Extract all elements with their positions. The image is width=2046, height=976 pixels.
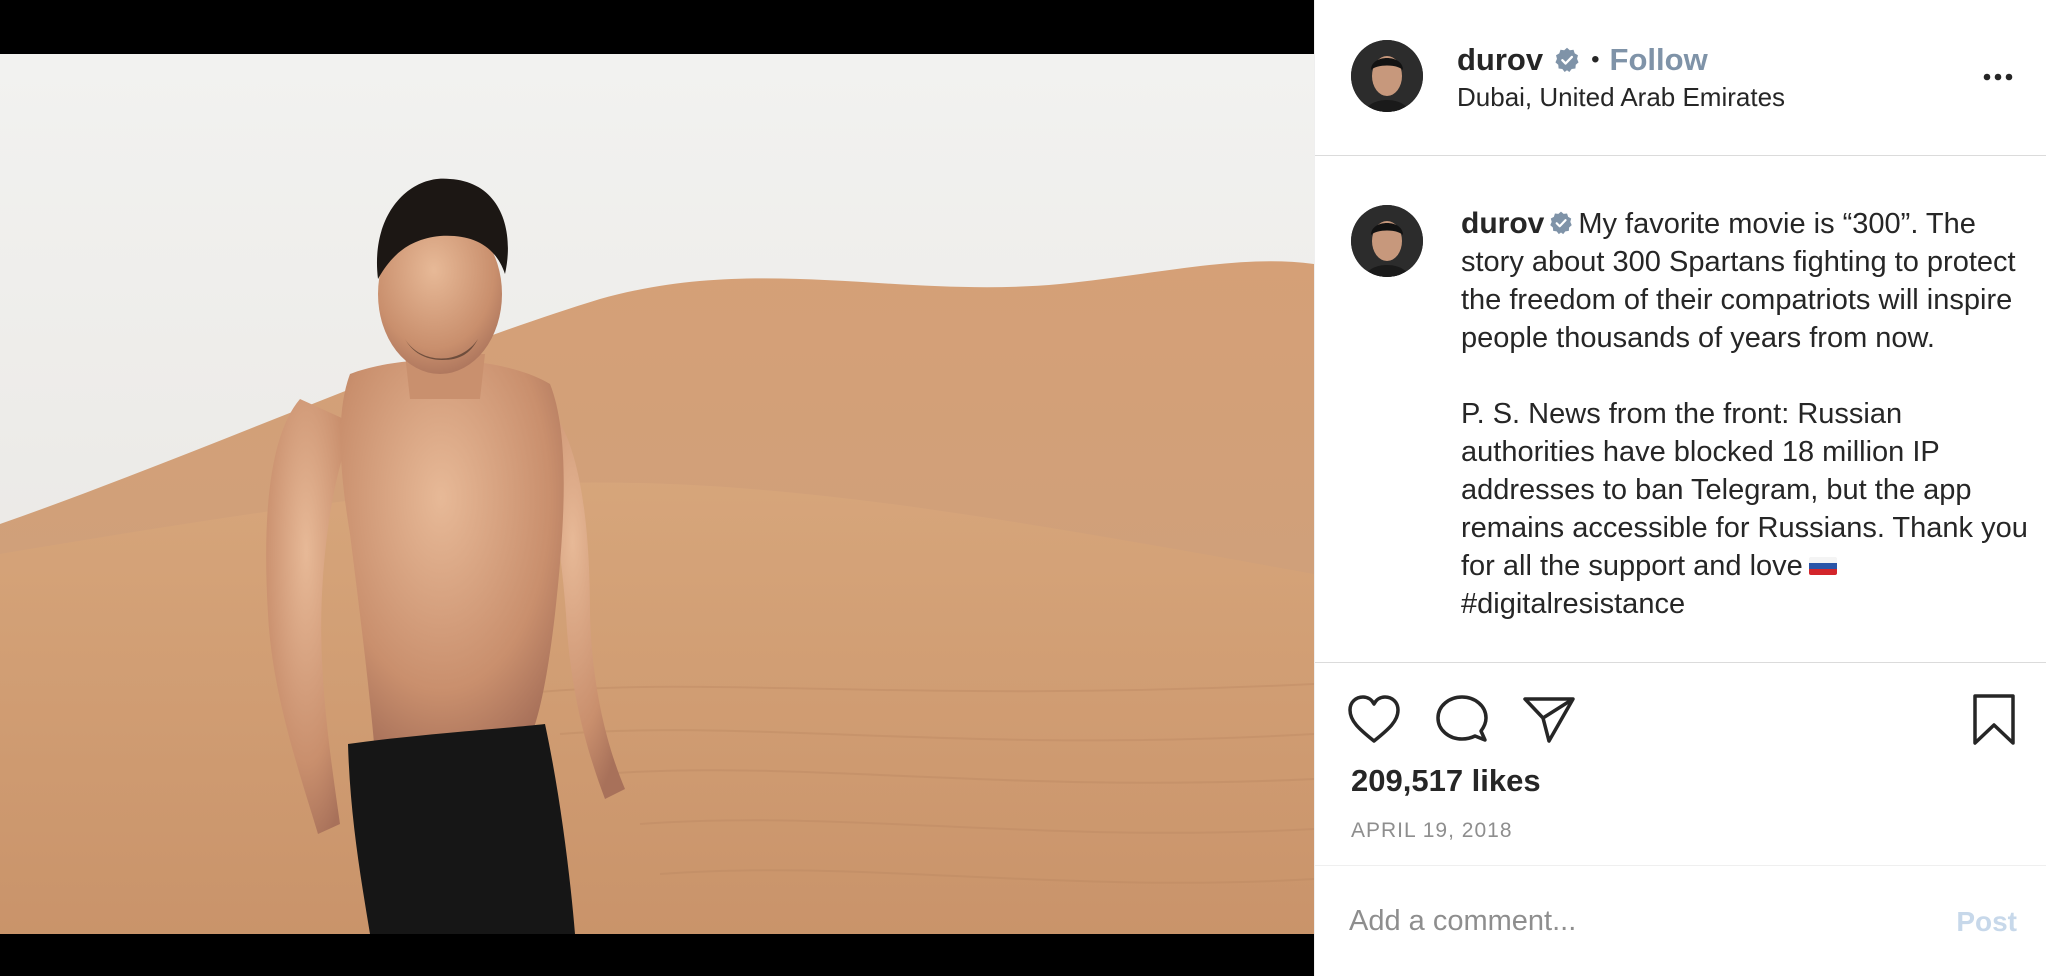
share-icon[interactable] xyxy=(1520,691,1578,747)
avatar-photo-icon xyxy=(1351,205,1423,277)
post-caption: durov My favorite movie is “300”. The sto… xyxy=(1461,205,2031,623)
actions-area: 209,517 likes APRIL 19, 2018 xyxy=(1315,662,2046,866)
separator-dot: • xyxy=(1591,46,1600,73)
caption-text-2: P. S. News from the front: Russian autho… xyxy=(1461,398,2036,582)
verified-badge-icon xyxy=(1550,211,1573,235)
caption-username[interactable]: durov xyxy=(1461,207,1544,240)
avatar-photo-icon xyxy=(1351,40,1423,112)
post-header: durov • Follow Dubai, United Arab Emirat… xyxy=(1315,0,2046,156)
hashtag-link[interactable]: #digitalresistance xyxy=(1461,588,1685,620)
comment-bar: Post xyxy=(1315,866,2046,976)
author-line: durov • Follow xyxy=(1457,42,1708,78)
post-comment-button[interactable]: Post xyxy=(1956,906,2017,938)
comment-input[interactable] xyxy=(1349,896,1909,946)
more-options-icon[interactable] xyxy=(1980,62,2016,92)
post-photo[interactable] xyxy=(0,54,1314,934)
caption-avatar[interactable] xyxy=(1351,205,1423,277)
post-location[interactable]: Dubai, United Arab Emirates xyxy=(1457,82,1785,113)
comment-icon[interactable] xyxy=(1433,691,1491,747)
post-side-panel: durov • Follow Dubai, United Arab Emirat… xyxy=(1314,0,2046,976)
bookmark-icon[interactable] xyxy=(1965,691,2023,747)
caption-text-1: My favorite movie is “300”. The story ab… xyxy=(1461,208,2024,354)
instagram-post: durov • Follow Dubai, United Arab Emirat… xyxy=(0,0,2046,976)
desert-photo-illustration xyxy=(0,54,1314,934)
post-date[interactable]: APRIL 19, 2018 xyxy=(1351,819,1513,843)
caption-area: durov My favorite movie is “300”. The sto… xyxy=(1315,157,2046,662)
photo-pane xyxy=(0,0,1314,976)
likes-count[interactable]: 209,517 likes xyxy=(1351,763,1541,799)
author-avatar[interactable] xyxy=(1351,40,1423,112)
russia-flag-icon xyxy=(1808,557,1837,575)
author-username[interactable]: durov xyxy=(1457,42,1543,78)
heart-icon[interactable] xyxy=(1345,691,1403,747)
verified-badge-icon xyxy=(1555,47,1579,73)
follow-button[interactable]: Follow xyxy=(1610,42,1708,78)
